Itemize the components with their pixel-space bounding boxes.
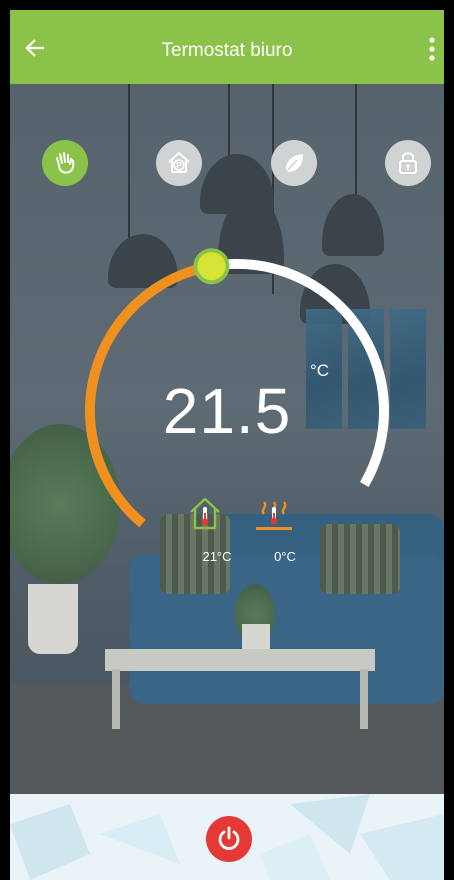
temperature-unit: °C (310, 361, 330, 380)
app-screen: Termostat biuro P 21.5 °C 21°C 0°C (10, 10, 444, 880)
floor-temp-value: 0°C (274, 549, 296, 564)
dial-knob[interactable] (193, 248, 230, 285)
power-icon (218, 826, 240, 850)
room-temp-value: 21°C (202, 549, 232, 564)
room-temp-sensor (187, 494, 223, 537)
house-thermometer-icon (190, 497, 220, 530)
floor-heating-icon (256, 501, 292, 530)
power-button[interactable] (206, 816, 252, 862)
set-temperature: 21.5 (162, 375, 292, 447)
floor-temp-sensor (254, 494, 294, 537)
footer-bar (10, 794, 444, 880)
